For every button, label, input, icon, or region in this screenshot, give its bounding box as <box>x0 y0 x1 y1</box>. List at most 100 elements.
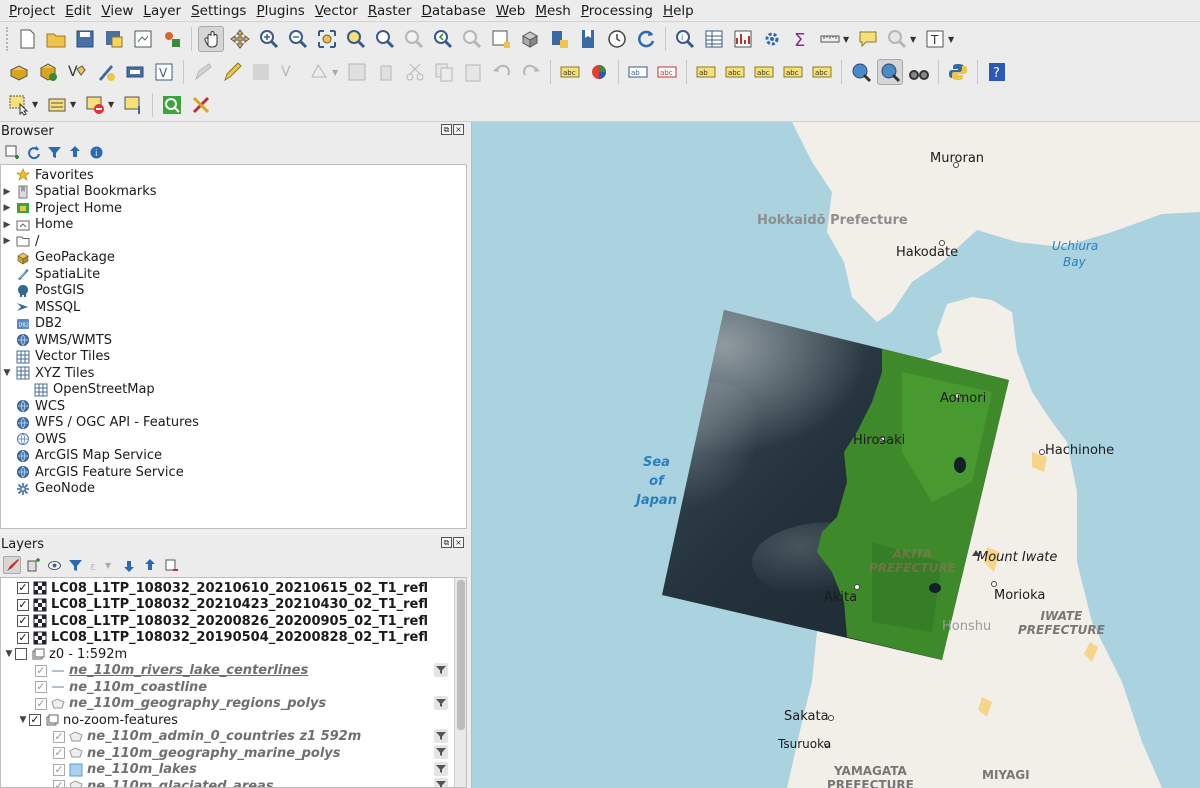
statistics-icon[interactable] <box>730 26 756 52</box>
browser-item-arcgis-feature-service[interactable]: ArcGIS Feature Service <box>1 464 466 481</box>
layer-row[interactable]: ✓ ne_110m_geography_regions_polys <box>1 695 466 713</box>
new-bookmark-icon[interactable] <box>546 26 572 52</box>
map-swipe-icon[interactable] <box>877 59 903 85</box>
new-virtual-layer-icon[interactable]: V <box>151 59 177 85</box>
layer-visibility-checkbox[interactable]: ✓ <box>17 615 29 628</box>
expand-arrow-icon[interactable]: ▼ <box>3 649 15 659</box>
copy-features-icon[interactable] <box>431 59 457 85</box>
layer-visibility-checkbox[interactable]: ✓ <box>53 730 65 743</box>
browser-item-arcgis-map-service[interactable]: ArcGIS Map Service <box>1 448 466 465</box>
menu-vector[interactable]: Vector <box>310 0 363 22</box>
layer-filter-icon[interactable] <box>434 761 448 776</box>
new-temporary-layer-icon[interactable] <box>122 59 148 85</box>
coordinate-capture-icon[interactable] <box>848 59 874 85</box>
menu-plugins[interactable]: Plugins <box>251 0 309 22</box>
layer-diagram-icon[interactable] <box>586 59 612 85</box>
close-panel-icon[interactable]: × <box>453 124 464 135</box>
refresh-browser-icon[interactable] <box>24 143 42 161</box>
filter-expression-dropdown-icon[interactable]: ▼ <box>105 561 113 570</box>
filter-browser-icon[interactable] <box>45 143 63 161</box>
browser-item-openstreetmap[interactable]: OpenStreetMap <box>1 382 466 399</box>
deselect-dropdown-icon[interactable]: ▼ <box>108 100 116 109</box>
layer-row[interactable]: ✓ ne_110m_admin_0_countries z1 592m <box>1 728 466 746</box>
new-3d-view-icon[interactable] <box>517 26 543 52</box>
browser-item-wms-wmts[interactable]: WMS/WMTS <box>1 332 466 349</box>
menu-layer[interactable]: Layer <box>138 0 186 22</box>
float-panel-icon[interactable]: ⧉ <box>441 124 452 135</box>
menu-processing[interactable]: Processing <box>576 0 658 22</box>
zoom-in-icon[interactable] <box>256 26 282 52</box>
expand-arrow-icon[interactable]: ▶ <box>1 236 13 246</box>
zoom-full-icon[interactable] <box>314 26 340 52</box>
measure-line-icon[interactable] <box>817 26 843 52</box>
remove-layer-icon[interactable] <box>162 556 180 574</box>
browser-item-geopackage[interactable]: GeoPackage <box>1 250 466 267</box>
save-project-icon[interactable] <box>72 26 98 52</box>
label-layer-icon[interactable]: abc <box>557 59 583 85</box>
layer-visibility-checkbox[interactable]: ✓ <box>29 714 41 727</box>
add-selected-layers-icon[interactable] <box>3 143 21 161</box>
pin-labels-icon[interactable]: ab <box>693 59 719 85</box>
layer-filter-icon[interactable] <box>434 728 448 743</box>
collapse-all-layers-icon[interactable] <box>141 556 159 574</box>
layer-filter-icon[interactable] <box>434 745 448 759</box>
layer-visibility-checkbox[interactable]: ✓ <box>53 747 65 760</box>
layer-row[interactable]: ✓ LC08_L1TP_108032_20190504_20200828_02_T… <box>1 630 466 647</box>
toolbar-gripper[interactable] <box>6 27 10 51</box>
new-shapefile-icon[interactable]: V <box>64 59 90 85</box>
layer-visibility-checkbox[interactable]: ✓ <box>17 598 29 611</box>
map-tips-icon[interactable] <box>855 26 881 52</box>
layers-scrollbar[interactable] <box>454 578 466 787</box>
rotate-label-icon[interactable]: abc <box>780 59 806 85</box>
browser-item-mssql[interactable]: MSSQL <box>1 299 466 316</box>
zoom-native-icon[interactable] <box>401 26 427 52</box>
browser-item-db2[interactable]: DB2 DB2 <box>1 316 466 333</box>
browser-item-favorites[interactable]: Favorites <box>1 167 466 184</box>
zoom-last-icon[interactable] <box>430 26 456 52</box>
processing-toolbox-icon[interactable] <box>159 92 185 118</box>
annotation-dropdown-icon[interactable]: ▼ <box>948 35 956 44</box>
modify-attributes-icon[interactable] <box>344 59 370 85</box>
menu-help[interactable]: Help <box>658 0 699 22</box>
layer-visibility-checkbox[interactable]: ✓ <box>17 582 29 595</box>
layer-row[interactable]: ✓ ne_110m_lakes <box>1 761 466 779</box>
layer-visibility-checkbox[interactable]: ✓ <box>17 631 29 644</box>
browser-item-postgis[interactable]: PostGIS <box>1 283 466 300</box>
browser-item-vector-tiles[interactable]: Vector Tiles <box>1 349 466 366</box>
temporal-controller-icon[interactable] <box>604 26 630 52</box>
scrollbar-thumb[interactable] <box>457 580 465 730</box>
digitize-icon[interactable]: V <box>277 59 303 85</box>
python-console-icon[interactable] <box>945 59 971 85</box>
layer-visibility-checkbox[interactable]: ✓ <box>53 780 65 787</box>
measure-dropdown-icon[interactable]: ▼ <box>843 35 851 44</box>
browser-item-xyz-tiles[interactable]: ▼ XYZ Tiles <box>1 365 466 382</box>
select-by-location-icon[interactable] <box>120 92 146 118</box>
delete-selected-icon[interactable] <box>373 59 399 85</box>
zoom-next-icon[interactable] <box>459 26 485 52</box>
select-features-icon[interactable] <box>6 92 32 118</box>
vertex-tool-icon[interactable] <box>306 59 332 85</box>
zoom-to-selection-icon[interactable] <box>343 26 369 52</box>
expand-all-icon[interactable] <box>120 556 138 574</box>
new-spatialite-icon[interactable] <box>93 59 119 85</box>
attribute-table-icon[interactable] <box>701 26 727 52</box>
style-manager-icon[interactable] <box>159 26 185 52</box>
layer-row[interactable]: ✓ ne_110m_geography_marine_polys <box>1 745 466 762</box>
locator-dropdown-icon[interactable]: ▼ <box>910 35 918 44</box>
zoom-to-layer-icon[interactable] <box>372 26 398 52</box>
layer-filter-icon[interactable] <box>434 662 448 677</box>
show-hide-labels-icon[interactable]: abc <box>722 59 748 85</box>
layer-filter-icon[interactable] <box>434 695 448 710</box>
layer-row[interactable]: ▼ ✓ no-zoom-features <box>1 712 466 729</box>
filter-legend-icon[interactable] <box>66 556 84 574</box>
move-label-icon[interactable]: abc <box>751 59 777 85</box>
layer-row[interactable]: ▼ z0 - 1:592m <box>1 646 466 663</box>
browser-item-project-home[interactable]: ▶ Project Home <box>1 200 466 217</box>
binoculars-icon[interactable] <box>906 59 932 85</box>
new-geopackage-icon[interactable] <box>35 59 61 85</box>
select-value-dropdown-icon[interactable]: ▼ <box>70 100 78 109</box>
refresh-icon[interactable] <box>633 26 659 52</box>
layer-row[interactable]: ✓ ne_110m_glaciated_areas <box>1 778 466 787</box>
layer-visibility-checkbox[interactable] <box>15 648 27 661</box>
layer-visibility-checkbox[interactable]: ✓ <box>35 664 47 677</box>
